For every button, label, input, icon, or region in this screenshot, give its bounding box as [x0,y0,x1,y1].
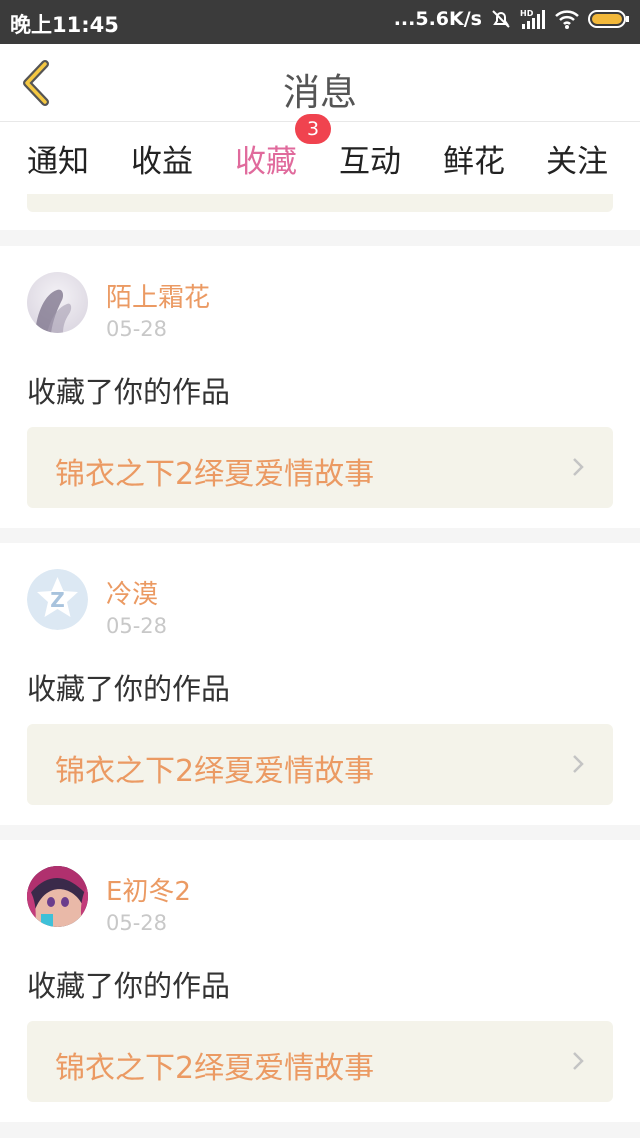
battery-icon [588,8,630,30]
date: 05-28 [106,317,168,341]
svg-text:Z: Z [50,588,65,612]
tab-notice[interactable]: 通知 [27,136,89,181]
work-title: 锦衣之下2绎夏爱情故事 [55,457,375,492]
hd-signal-icon: HD [520,8,546,30]
work-link[interactable]: 锦衣之下2绎夏爱情故事 [27,1021,613,1102]
work-title: 锦衣之下2绎夏爱情故事 [55,754,375,789]
previous-card-remnant [0,194,640,230]
alarm-off-icon [490,8,512,30]
action-text: 收藏了你的作品 [27,375,231,409]
action-text: 收藏了你的作品 [27,969,231,1003]
username[interactable]: 陌上霜花 [106,277,210,314]
chevron-right-icon [573,1052,584,1070]
favorites-badge: 3 [295,114,331,144]
header: 消息 [0,44,640,122]
chevron-right-icon [573,458,584,476]
date: 05-28 [106,614,168,638]
notification-card: Z 冷漠 05-28 收藏了你的作品 锦衣之下2绎夏爱情故事 [0,543,640,825]
work-link[interactable]: 锦衣之下2绎夏爱情故事 [27,724,613,805]
status-bar: 晚上11:45 ...5.6K/s HD [0,0,640,44]
tab-interaction[interactable]: 互动 [339,136,401,181]
notification-card: E初冬2 05-28 收藏了你的作品 锦衣之下2绎夏爱情故事 [0,840,640,1122]
tab-favorites[interactable]: 收藏 [235,136,297,198]
tab-earnings[interactable]: 收益 [131,136,193,181]
username[interactable]: 冷漠 [106,574,158,611]
avatar[interactable] [27,272,88,333]
svg-text:HD: HD [520,9,534,18]
status-time: 晚上11:45 [10,13,119,37]
chevron-right-icon [573,755,584,773]
tab-bar: 通知 收益 收藏 3 互动 鲜花 关注 [0,114,640,198]
username[interactable]: E初冬2 [106,871,191,908]
avatar[interactable]: Z [27,569,88,630]
previous-work-link[interactable] [27,194,613,212]
tab-flowers[interactable]: 鲜花 [443,136,505,181]
action-text: 收藏了你的作品 [27,672,231,706]
page-title: 消息 [283,71,357,114]
wifi-icon [554,8,580,30]
date: 05-28 [106,911,168,935]
notification-card: 陌上霜花 05-28 收藏了你的作品 锦衣之下2绎夏爱情故事 [0,246,640,528]
network-speed: ...5.6K/s [393,8,482,30]
tab-follow[interactable]: 关注 [546,136,608,181]
work-title: 锦衣之下2绎夏爱情故事 [55,1051,375,1086]
status-right: ...5.6K/s HD [394,8,630,30]
work-link[interactable]: 锦衣之下2绎夏爱情故事 [27,427,613,508]
avatar[interactable] [27,866,88,927]
